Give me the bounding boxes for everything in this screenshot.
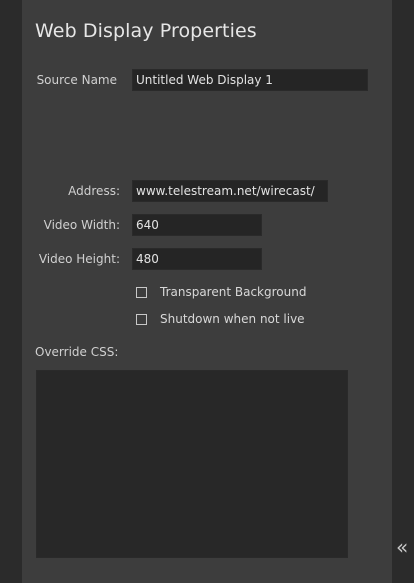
override-css-textarea[interactable] <box>36 370 348 558</box>
source-name-field[interactable]: Untitled Web Display 1 <box>132 69 368 91</box>
video-width-label: Video Width: <box>43 218 120 232</box>
video-height-label: Video Height: <box>38 252 120 266</box>
video-height-field[interactable]: 480 <box>132 248 262 270</box>
address-label: Address: <box>68 184 120 198</box>
transparent-background-label: Transparent Background <box>160 285 307 299</box>
shutdown-when-not-live-label: Shutdown when not live <box>160 312 305 326</box>
transparent-background-checkbox[interactable] <box>136 286 147 298</box>
web-display-properties-panel: Web Display Properties Source Name Untit… <box>22 0 392 583</box>
double-chevron-left-icon[interactable]: « <box>396 536 414 558</box>
override-css-label: Override CSS: <box>35 345 119 359</box>
shutdown-when-not-live-checkbox[interactable] <box>136 313 147 325</box>
transparent-background-option[interactable]: Transparent Background <box>136 283 306 301</box>
shutdown-when-not-live-option[interactable]: Shutdown when not live <box>136 310 305 328</box>
source-name-label: Source Name <box>36 73 117 87</box>
panel-title: Web Display Properties <box>35 20 257 42</box>
video-width-field[interactable]: 640 <box>132 214 262 236</box>
address-field[interactable]: www.telestream.net/wirecast/ <box>132 180 328 202</box>
